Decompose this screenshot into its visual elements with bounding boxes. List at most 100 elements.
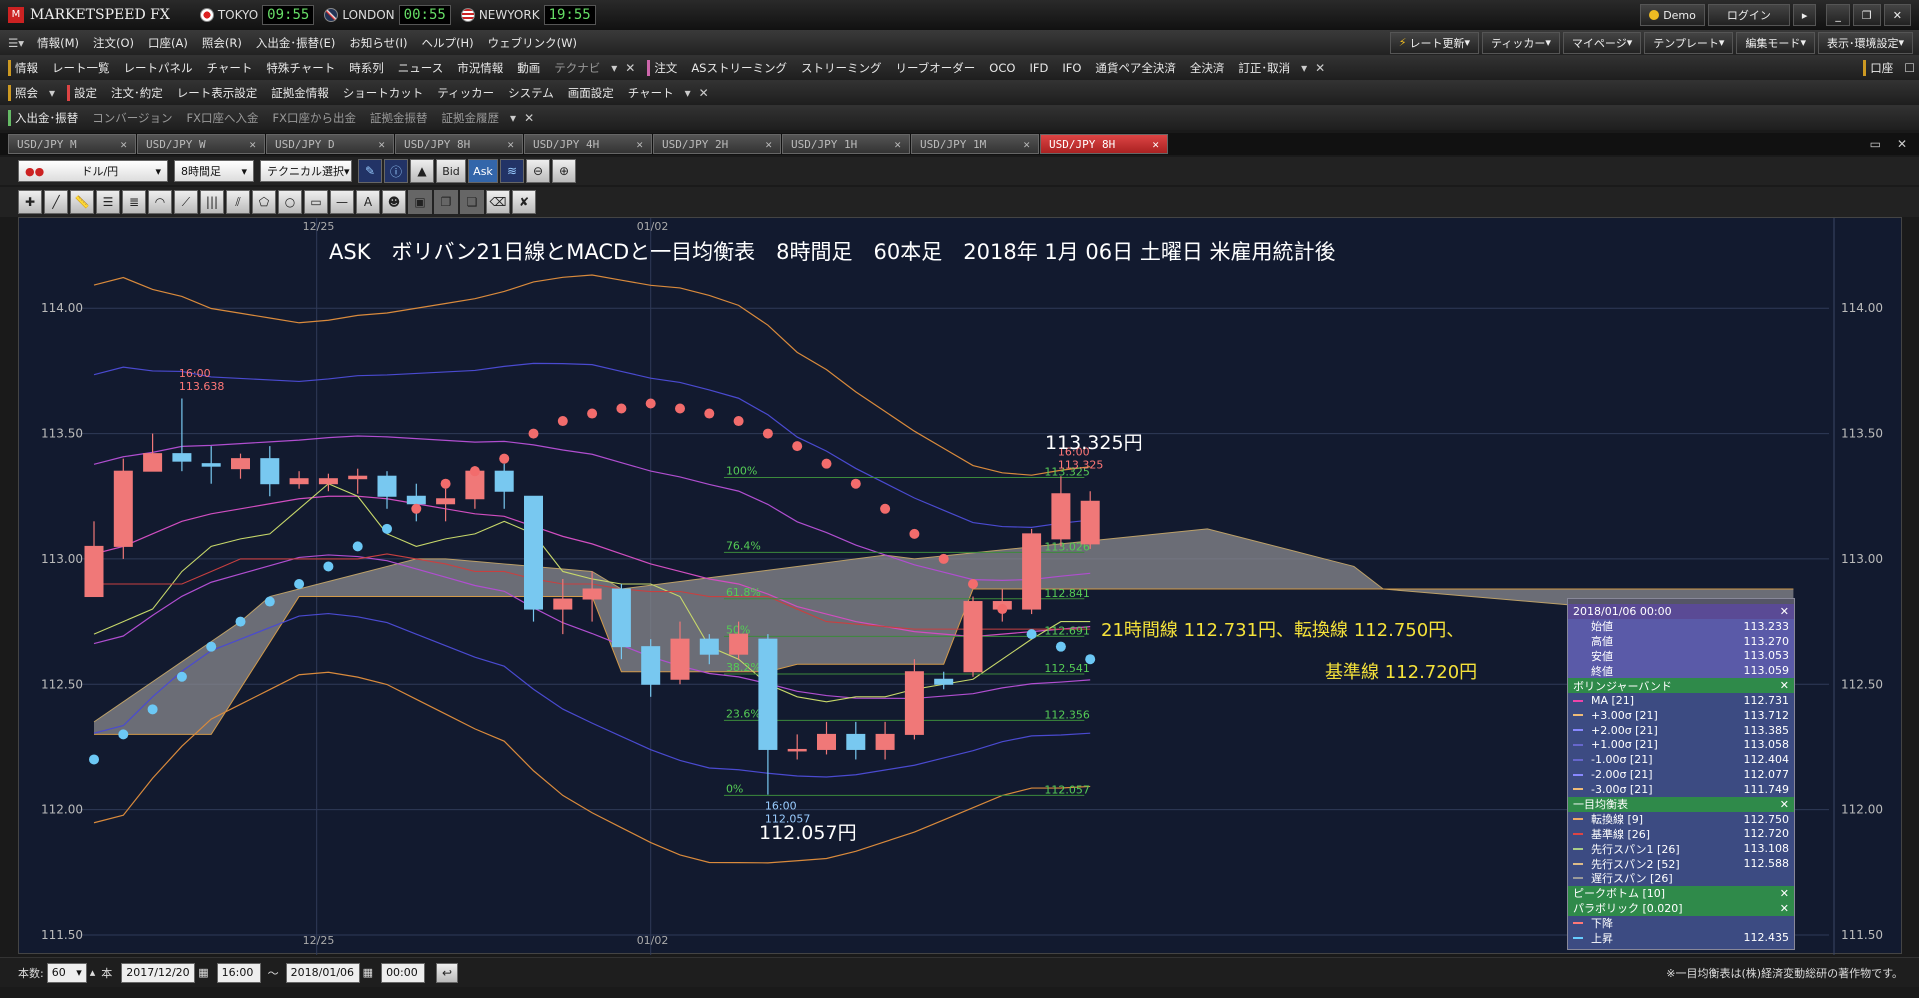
toolbar-dropdown-icon[interactable]: ▾ <box>506 111 520 125</box>
menu-help[interactable]: ヘルプ(H) <box>414 35 480 51</box>
tab-usdjpy-w[interactable]: USD/JPY W ✕ <box>137 134 265 154</box>
rectangle-icon[interactable]: ▭ <box>304 190 328 214</box>
tab-close-icon[interactable]: ✕ <box>636 138 643 151</box>
display-settings-button[interactable]: 表示･環境設定 ▾ <box>1817 31 1913 54</box>
refresh-icon[interactable]: ↩ <box>436 962 459 983</box>
layer-icon[interactable]: ▣ <box>408 190 432 214</box>
toolbar-fx-withdraw[interactable]: FX口座から出金 <box>266 110 364 126</box>
restore-button[interactable]: ❐ <box>1852 4 1881 26</box>
toolbar-pair-settle[interactable]: 通貨ペア全決済 <box>1088 60 1183 76</box>
toolbar-rate-display[interactable]: レート表示設定 <box>170 85 265 101</box>
close-icon[interactable]: ✕ <box>1780 798 1789 811</box>
technical-select[interactable]: テクニカル選択 ▾ <box>260 160 352 182</box>
toolbar-as-streaming[interactable]: ASストリーミング <box>684 60 794 76</box>
channel-icon[interactable]: ⫽ <box>226 190 250 214</box>
tab-close-icon[interactable]: ✕ <box>894 138 901 151</box>
toolbar-account[interactable]: 口座 <box>1870 60 1900 76</box>
close-button[interactable]: ✕ <box>1883 4 1911 26</box>
hlines-icon[interactable]: ☰ <box>96 190 120 214</box>
close-icon[interactable]: ✕ <box>1780 605 1789 618</box>
vlines-icon[interactable]: ||| <box>200 190 224 214</box>
calendar-icon[interactable]: ▦ <box>363 966 373 979</box>
toolbar-ifd[interactable]: IFD <box>1022 61 1055 75</box>
tab-usdjpy-d[interactable]: USD/JPY D ✕ <box>266 134 394 154</box>
toolbar-timeseries[interactable]: 時系列 <box>342 60 391 76</box>
toolbar-oco[interactable]: OCO <box>982 61 1022 75</box>
menu-deposit[interactable]: 入出金･振替(E) <box>249 35 343 51</box>
tab-usdjpy-8h-active[interactable]: USD/JPY 8H ✕ <box>1040 134 1168 154</box>
mountain-chart-icon[interactable]: ▲ <box>410 159 434 183</box>
ruler-icon[interactable]: 📏 <box>70 190 94 214</box>
tab-close-icon[interactable]: ✕ <box>120 138 127 151</box>
menu-info[interactable]: 情報(M) <box>30 35 86 51</box>
tab-usdjpy-4h[interactable]: USD/JPY 4H ✕ <box>524 134 652 154</box>
calendar-icon[interactable]: ▦ <box>198 966 208 979</box>
period-select[interactable]: 8時間足 ▾ <box>174 160 254 182</box>
toolbar-streaming[interactable]: ストリーミング <box>794 60 889 76</box>
toolbar-close-icon[interactable]: ✕ <box>1311 61 1329 75</box>
toolbar-dropdown-icon[interactable]: ▾ <box>1297 61 1311 75</box>
pencil-icon[interactable]: ✎ <box>358 159 382 183</box>
toolbar-account-close-icon[interactable]: ☐ <box>1900 61 1919 75</box>
menu-inquiry[interactable]: 照会(R) <box>195 35 249 51</box>
menu-notice[interactable]: お知らせ(I) <box>342 35 414 51</box>
tab-close-icon[interactable]: ✕ <box>1152 138 1159 151</box>
maximize-chart-icon[interactable]: ▭ <box>1866 137 1885 151</box>
toolbar-leave-order[interactable]: リーブオーダー <box>888 60 982 76</box>
tab-usdjpy-2h[interactable]: USD/JPY 2H ✕ <box>653 134 781 154</box>
toolbar-order-exec[interactable]: 注文･約定 <box>104 85 170 101</box>
rate-update-button[interactable]: ⚡ レート更新 ▾ <box>1389 31 1480 54</box>
info-icon[interactable]: ⓘ <box>384 159 408 183</box>
tab-usdjpy-m[interactable]: USD/JPY M ✕ <box>8 134 136 154</box>
zoom-in-icon[interactable]: ⊕ <box>552 159 576 183</box>
toolbar-dropdown-icon[interactable]: ▾ <box>45 86 59 100</box>
tab-close-icon[interactable]: ✕ <box>765 138 772 151</box>
currency-pair-select[interactable]: ●● ドル/円 ▾ <box>18 160 168 182</box>
tab-usdjpy-1m[interactable]: USD/JPY 1M ✕ <box>911 134 1039 154</box>
copy-icon[interactable]: ❐ <box>434 190 458 214</box>
toolbar-conversion[interactable]: コンバージョン <box>85 110 179 126</box>
ticker-button[interactable]: ティッカー ▾ <box>1482 31 1560 54</box>
toolbar-news[interactable]: ニュース <box>391 60 450 76</box>
arc-icon[interactable]: ◠ <box>148 190 172 214</box>
demo-button[interactable]: Demo <box>1640 4 1705 26</box>
fan-icon[interactable]: ⟋ <box>174 190 198 214</box>
tab-usdjpy-1h[interactable]: USD/JPY 1H ✕ <box>782 134 910 154</box>
toolbar-margin-history[interactable]: 証拠金履歴 <box>435 110 507 126</box>
menu-order[interactable]: 注文(O) <box>86 35 141 51</box>
from-time-input[interactable]: 16:00 <box>216 962 261 983</box>
toolbar-margin-info[interactable]: 証拠金情報 <box>264 85 336 101</box>
toolbar-close-icon[interactable]: ✕ <box>520 111 538 125</box>
edit-mode-button[interactable]: 編集モード ▾ <box>1736 31 1815 54</box>
toolbar-dropdown-icon[interactable]: ▾ <box>681 86 695 100</box>
count-stepper[interactable]: 60 ▾ <box>46 962 87 983</box>
toolbar-close-icon[interactable]: ✕ <box>621 61 639 75</box>
tab-close-icon[interactable]: ✕ <box>1023 138 1030 151</box>
eraser-icon[interactable]: ⌫ <box>486 190 510 214</box>
wave-icon[interactable]: ≋ <box>500 159 524 183</box>
circle-icon[interactable]: ○ <box>278 190 302 214</box>
toolbar-close-icon[interactable]: ✕ <box>695 86 713 100</box>
toolbar-ifo[interactable]: IFO <box>1055 61 1088 75</box>
toolbar-market-info[interactable]: 市況情報 <box>450 60 510 76</box>
template-button[interactable]: テンプレート ▾ <box>1644 31 1734 54</box>
toolbar-ticker[interactable]: ティッカー <box>430 85 501 101</box>
toolbar-technavi[interactable]: テクナビ <box>547 60 607 76</box>
to-time-input[interactable]: 00:00 <box>381 962 426 983</box>
close-icon[interactable]: ✕ <box>1780 679 1789 692</box>
menu-toggle-icon[interactable]: ☰▾ <box>8 36 24 50</box>
toolbar-fx-deposit[interactable]: FX口座へ入金 <box>180 110 266 126</box>
icon-tool-icon[interactable]: ☻ <box>382 190 406 214</box>
count-up-icon[interactable]: ▴ <box>90 966 96 979</box>
toolbar-chart-settings[interactable]: チャート <box>621 85 681 101</box>
mypage-button[interactable]: マイページ ▾ <box>1562 31 1642 54</box>
crosshair-icon[interactable]: ✚ <box>18 190 42 214</box>
hline-icon[interactable]: — <box>330 190 354 214</box>
text-icon[interactable]: A <box>356 190 380 214</box>
fibonacci-icon[interactable]: ≣ <box>122 190 146 214</box>
toolbar-all-settle[interactable]: 全決済 <box>1183 60 1232 76</box>
minimize-button[interactable]: _ <box>1826 4 1850 26</box>
paste-icon[interactable]: ❏ <box>460 190 484 214</box>
toolbar-special-chart[interactable]: 特殊チャート <box>259 60 342 76</box>
close-icon[interactable]: ✕ <box>1780 902 1789 915</box>
